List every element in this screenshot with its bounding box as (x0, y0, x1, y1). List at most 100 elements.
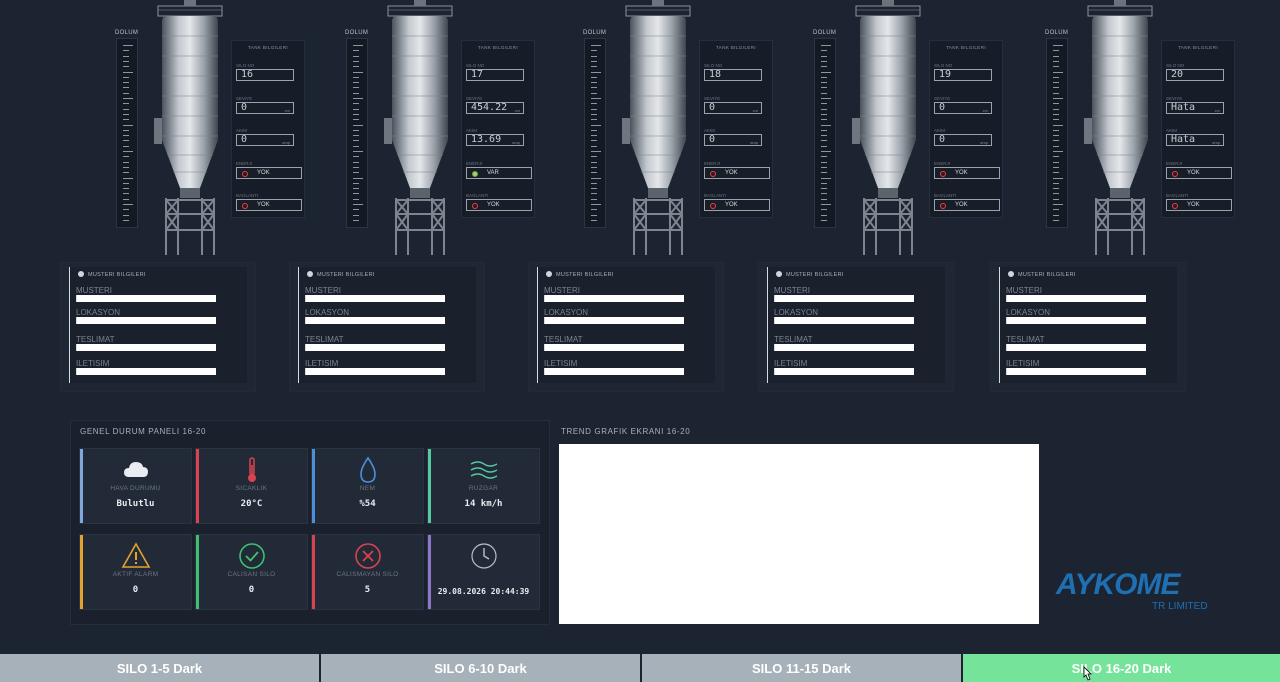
musteri-input[interactable] (305, 295, 445, 302)
sicaklik-card: SICAKLIK 20°C (195, 448, 308, 524)
musteri-input[interactable] (76, 295, 216, 302)
teslimat-row: TESLIMAT (774, 336, 914, 351)
mouse-cursor-icon (1083, 666, 1092, 681)
musteri-panel-title: MUSTERI BILGILERI (307, 271, 375, 278)
genel-durum-title: GENEL DURUM PANELI 16-20 (80, 427, 206, 436)
musteri-panel-title: MUSTERI BILGILERI (776, 271, 844, 278)
iletisim-row: ILETISIM (305, 360, 445, 375)
seviye-field: SEVIYE 454.22 cm (466, 96, 532, 114)
silo-no-field: SILO NO 19 (934, 63, 1000, 81)
enerji-field: ENERJI YOK (704, 161, 770, 179)
baglanti-indicator-icon (242, 202, 248, 209)
akim-field: AKIM 0 amp (704, 128, 770, 146)
silo-no-value: 20 (1166, 69, 1224, 81)
iletisim-input[interactable] (1006, 368, 1146, 375)
seviye-value: 0 cm (704, 102, 762, 114)
dolum-gauge (584, 38, 606, 228)
seviye-field: SEVIYE 0 cm (934, 96, 1000, 114)
lokasyon-row: LOKASYON (305, 309, 445, 324)
dolum-gauge (814, 38, 836, 228)
enerji-status: YOK (934, 167, 1000, 179)
enerji-field: ENERJI YOK (236, 161, 302, 179)
silo-tank-graphic (852, 0, 921, 255)
lokasyon-input[interactable] (76, 317, 216, 324)
tab-silo-1-5[interactable]: SILO 1-5 Dark (0, 654, 319, 682)
musteri-input[interactable] (774, 295, 914, 302)
silo-no-field: SILO NO 17 (466, 63, 532, 81)
enerji-indicator-icon (710, 170, 716, 177)
akim-field: AKIM 13.69 amp (466, 128, 532, 146)
tab-silo-16-20[interactable]: SILO 16-20 Dark (963, 654, 1280, 682)
nem-card: NEM %54 (311, 448, 424, 524)
musteri-row: MUSTERI (305, 287, 445, 302)
enerji-field: ENERJI YOK (934, 161, 1000, 179)
teslimat-input[interactable] (774, 344, 914, 351)
lokasyon-row: LOKASYON (1006, 309, 1146, 324)
musteri-row: MUSTERI (1006, 287, 1146, 302)
silo-no-field: SILO NO 18 (704, 63, 770, 81)
dolum-label: DOLUM (813, 30, 837, 36)
enerji-indicator-icon (1172, 170, 1178, 177)
musteri-input[interactable] (1006, 295, 1146, 302)
trend-title: TREND GRAFIK EKRANI 16-20 (561, 427, 691, 436)
baglanti-status: YOK (704, 199, 770, 211)
akim-value: Hata amp (1166, 134, 1224, 146)
tank-info-panel: TANK BILGILERI SILO NO 16 SEVIYE 0 cm AKI… (231, 40, 305, 218)
lokasyon-row: LOKASYON (544, 309, 684, 324)
dolum-gauge (1046, 38, 1068, 228)
lokasyon-input[interactable] (305, 317, 445, 324)
akim-value: 13.69 amp (466, 134, 524, 146)
water-drop-icon (360, 456, 376, 483)
musteri-panel-title: MUSTERI BILGILERI (1008, 271, 1076, 278)
teslimat-row: TESLIMAT (1006, 336, 1146, 351)
musteri-panel: MUSTERI BILGILERI MUSTERI LOKASYON TESLI… (528, 262, 724, 392)
teslimat-input[interactable] (1006, 344, 1146, 351)
akim-field: AKIM Hata amp (1166, 128, 1232, 146)
aykome-logo: AYKOME TR LIMITED (1056, 568, 1208, 612)
iletisim-input[interactable] (76, 368, 216, 375)
datetime-card: 29.08.2026 20:44:39 (427, 534, 540, 610)
enerji-status: VAR (466, 167, 532, 179)
dolum-label: DOLUM (1045, 30, 1069, 36)
seviye-field: SEVIYE 0 cm (236, 96, 302, 114)
teslimat-row: TESLIMAT (305, 336, 445, 351)
silo-no-value: 19 (934, 69, 992, 81)
musteri-input[interactable] (544, 295, 684, 302)
lokasyon-row: LOKASYON (774, 309, 914, 324)
teslimat-input[interactable] (305, 344, 445, 351)
user-icon (78, 271, 84, 277)
iletisim-input[interactable] (544, 368, 684, 375)
teslimat-row: TESLIMAT (76, 336, 216, 351)
teslimat-input[interactable] (76, 344, 216, 351)
lokasyon-input[interactable] (774, 317, 914, 324)
tank-info-title: TANK BILGILERI (715, 45, 757, 50)
tab-silo-6-10[interactable]: SILO 6-10 Dark (321, 654, 640, 682)
iletisim-input[interactable] (305, 368, 445, 375)
enerji-indicator-icon (242, 170, 248, 177)
baglanti-status: YOK (466, 199, 532, 211)
calisan-silo-value: 0 (248, 585, 255, 595)
tank-info-panel: TANK BILGILERI SILO NO 19 SEVIYE 0 cm AKI… (929, 40, 1003, 218)
trend-chart-area (559, 444, 1039, 624)
lokasyon-input[interactable] (1006, 317, 1146, 324)
silo-tank-graphic (1084, 0, 1153, 255)
baglanti-indicator-icon (472, 202, 478, 209)
baglanti-indicator-icon (1172, 202, 1178, 209)
baglanti-indicator-icon (940, 202, 946, 209)
lokasyon-input[interactable] (544, 317, 684, 324)
enerji-status: YOK (1166, 167, 1232, 179)
musteri-panel-title: MUSTERI BILGILERI (78, 271, 146, 278)
tab-silo-11-15[interactable]: SILO 11-15 Dark (642, 654, 961, 682)
iletisim-row: ILETISIM (76, 360, 216, 375)
dolum-label: DOLUM (583, 30, 607, 36)
teslimat-input[interactable] (544, 344, 684, 351)
iletisim-input[interactable] (774, 368, 914, 375)
baglanti-status: YOK (1166, 199, 1232, 211)
baglanti-status: YOK (934, 199, 1000, 211)
tank-info-panel: TANK BILGILERI SILO NO 20 SEVIYE Hata cm … (1161, 40, 1235, 218)
seviye-field: SEVIYE 0 cm (704, 96, 770, 114)
musteri-panel-title: MUSTERI BILGILERI (546, 271, 614, 278)
silo-no-field: SILO NO 16 (236, 63, 302, 81)
baglanti-indicator-icon (710, 202, 716, 209)
seviye-value: 0 cm (236, 102, 294, 114)
